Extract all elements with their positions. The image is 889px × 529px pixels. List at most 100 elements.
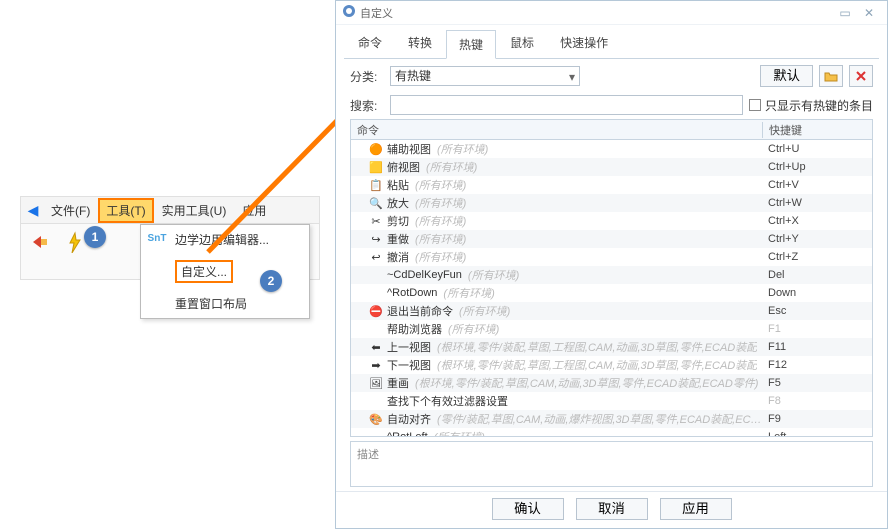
row-shortcut: F11 [762, 341, 872, 353]
only-hotkeys-label: 只显示有热键的条目 [765, 97, 873, 114]
customize-dialog: 自定义 ▭ ✕ 命令 转换 热键 鼠标 快速操作 分类: 有热键 默认 搜索: [335, 0, 888, 529]
tab-transform[interactable]: 转换 [396, 29, 444, 58]
row-icon: 🟠 [369, 143, 383, 156]
dialog-title: 自定义 [356, 5, 393, 21]
row-shortcut: Del [762, 269, 872, 281]
table-row[interactable]: 查找下个有效过滤器设置F8 [351, 392, 872, 410]
dropdown-learn-editor[interactable]: SnT 边学边用编辑器... [141, 225, 309, 254]
category-label: 分类: [350, 68, 384, 85]
row-scope: (所有环境) [415, 213, 466, 229]
row-label: ~CdDelKeyFun [387, 269, 462, 281]
row-icon: ⛔ [369, 305, 383, 318]
row-label: 重画 [387, 375, 409, 391]
apply-button[interactable]: 应用 [660, 498, 732, 520]
row-shortcut: Ctrl+Z [762, 251, 872, 263]
table-row[interactable]: 🎨自动对齐(零件/装配,草图,CAM,动画,爆炸视图,3D草图,零件,ECAD装… [351, 410, 872, 428]
table-row[interactable]: 🟨 俯视图 (所有环境) Ctrl+Up [351, 158, 872, 176]
row-scope: (所有环境) [415, 231, 466, 247]
toolbar-icon-undo[interactable] [21, 224, 57, 260]
row-icon: 🟨 [369, 161, 383, 174]
row-shortcut: Ctrl+X [762, 215, 872, 227]
open-icon[interactable] [819, 65, 843, 87]
row-shortcut: Ctrl+V [762, 179, 872, 191]
col-shortcut[interactable]: 快捷键 [762, 122, 872, 138]
table-body[interactable]: 🟠辅助视图(所有环境)Ctrl+U🟨俯视图(所有环境)Ctrl+Up📋粘贴(所有… [351, 140, 872, 436]
dropdown-label: 自定义... [175, 260, 233, 283]
row-label: ^RotLeft [387, 431, 428, 436]
main-menu-snippet: ◀ 文件(F) 工具(T) 实用工具(U) 应用 SnT 边学边用编辑器... … [20, 196, 320, 280]
row-label: 帮助浏览器 [387, 321, 442, 337]
menu-app[interactable]: 应用 [234, 198, 274, 223]
table-row[interactable]: 📋粘贴(所有环境)Ctrl+V [351, 176, 872, 194]
row-label: 查找下个有效过滤器设置 [387, 393, 508, 409]
titlebar: 自定义 ▭ ✕ [336, 1, 887, 25]
row-shortcut: F9 [762, 413, 872, 425]
table-row[interactable]: 🖼 重画 (根环境,零件/装配,草图,CAM,动画,3D草图,零件,ECAD装配,E… [351, 374, 872, 392]
row-scope: (根环境,零件/装配,草图,工程图,CAM,动画,3D草图,零件,ECAD装配 [437, 339, 757, 355]
row-scope: (根环境,零件/装配,草图,工程图,CAM,动画,3D草图,零件,ECAD装配 [437, 357, 757, 373]
row-icon: 🎨 [369, 413, 383, 426]
menu-file[interactable]: 文件(F) [43, 198, 98, 223]
row-scope: (所有环境) [459, 303, 510, 319]
table-row[interactable]: ^RotLeft(所有环境)Left [351, 428, 872, 436]
table-row[interactable]: ^RotDown(所有环境)Down [351, 284, 872, 302]
row-shortcut: F1 [762, 323, 872, 335]
close-icon[interactable]: ✕ [857, 6, 881, 20]
dropdown-customize[interactable]: 自定义... [141, 254, 309, 289]
row-scope: (根环境,零件/装配,草图,CAM,动画,3D草图,零件,ECAD装配,ECAD… [415, 375, 758, 391]
tab-quickops[interactable]: 快速操作 [548, 29, 620, 58]
only-hotkeys-checkbox[interactable]: 只显示有热键的条目 [749, 97, 873, 114]
table-row[interactable]: 🔍放大(所有环境)Ctrl+W [351, 194, 872, 212]
menu-tools[interactable]: 工具(T) [98, 198, 153, 223]
ok-button[interactable]: 确认 [492, 498, 564, 520]
table-row[interactable]: ➡下一视图(根环境,零件/装配,草图,工程图,CAM,动画,3D草图,零件,EC… [351, 356, 872, 374]
row-scope: (所有环境) [415, 177, 466, 193]
callout-2: 2 [260, 270, 282, 292]
row-label: 下一视图 [387, 357, 431, 373]
row-label: 俯视图 [387, 159, 420, 175]
col-command[interactable]: 命令 [351, 122, 762, 138]
row-shortcut: F5 [762, 377, 872, 389]
default-button[interactable]: 默认 [760, 65, 813, 87]
row-icon: ↩ [369, 251, 383, 264]
table-row[interactable]: ~CdDelKeyFun (所有环境) Del [351, 266, 872, 284]
description-box: 描述 [350, 441, 873, 487]
dropdown-label: 重置窗口布局 [175, 297, 247, 311]
table-row[interactable]: 帮助浏览器 (所有环境) F1 [351, 320, 872, 338]
row-scope: (所有环境) [437, 141, 488, 157]
row-scope: (所有环境) [448, 321, 499, 337]
menu-utilities[interactable]: 实用工具(U) [154, 198, 235, 223]
row-label: 辅助视图 [387, 141, 431, 157]
table-row[interactable]: ⛔退出当前命令(所有环境)Esc [351, 302, 872, 320]
row-icon: ✂ [369, 215, 383, 228]
desc-label: 描述 [357, 449, 379, 461]
row-label: 放大 [387, 195, 409, 211]
tab-commands[interactable]: 命令 [346, 29, 394, 58]
table-row[interactable]: ↪重做(所有环境)Ctrl+Y [351, 230, 872, 248]
minimize-icon[interactable]: ▭ [833, 6, 857, 20]
row-scope: (所有环境) [426, 159, 477, 175]
back-icon[interactable]: ◀ [25, 202, 43, 219]
delete-icon[interactable] [849, 65, 873, 87]
row-shortcut: Ctrl+Up [762, 161, 872, 173]
dropdown-reset-layout[interactable]: 重置窗口布局 [141, 289, 309, 318]
table-row[interactable]: 🟠 辅助视图 (所有环境) Ctrl+U [351, 140, 872, 158]
row-label: 上一视图 [387, 339, 431, 355]
tab-hotkeys[interactable]: 热键 [446, 30, 496, 59]
row-icon: 📋 [369, 179, 383, 192]
table-row[interactable]: ⬅上一视图(根环境,零件/装配,草图,工程图,CAM,动画,3D草图,零件,EC… [351, 338, 872, 356]
row-shortcut: Ctrl+W [762, 197, 872, 209]
row-shortcut: Ctrl+U [762, 143, 872, 155]
tabs: 命令 转换 热键 鼠标 快速操作 [336, 25, 887, 58]
row-scope: (所有环境) [468, 267, 519, 283]
row-icon: 🖼 [369, 377, 383, 390]
search-input[interactable] [390, 95, 743, 115]
table-row[interactable]: ↩撤消(所有环境)Ctrl+Z [351, 248, 872, 266]
app-icon [342, 4, 356, 21]
row-scope: (所有环境) [415, 195, 466, 211]
category-combo[interactable]: 有热键 [390, 66, 580, 86]
cancel-button[interactable]: 取消 [576, 498, 648, 520]
row-scope: (所有环境) [434, 429, 485, 436]
table-row[interactable]: ✂剪切(所有环境)Ctrl+X [351, 212, 872, 230]
tab-mouse[interactable]: 鼠标 [498, 29, 546, 58]
